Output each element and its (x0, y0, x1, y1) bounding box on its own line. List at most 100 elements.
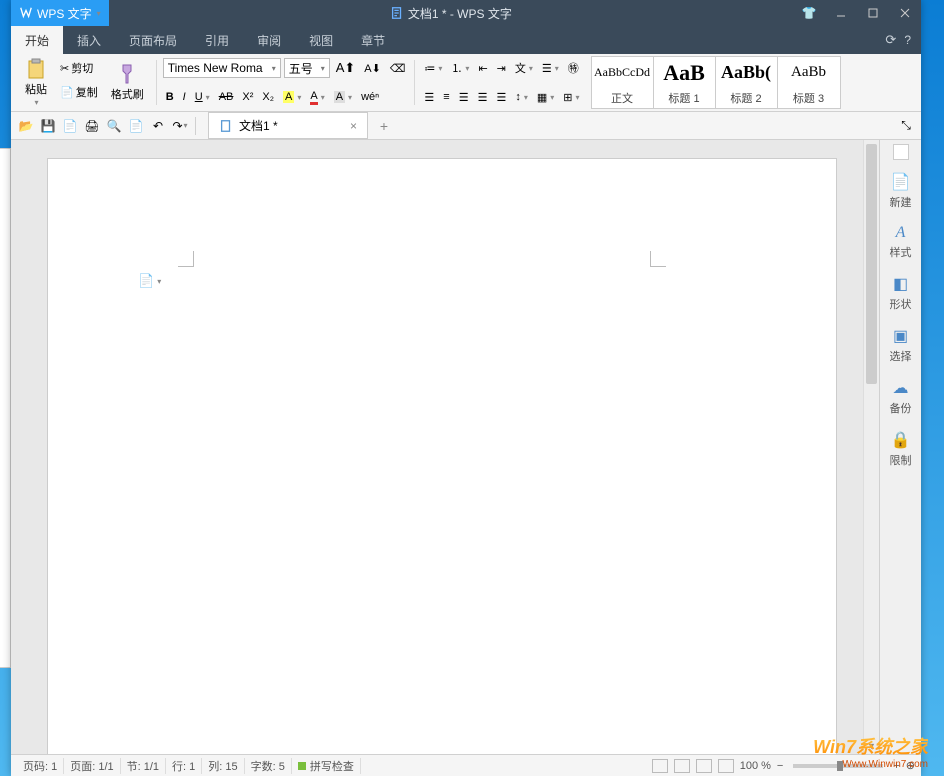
font-size-combo[interactable]: 五号▾ (284, 58, 330, 78)
zoom-slider[interactable] (793, 764, 883, 768)
style-heading2[interactable]: AaBb(标题 2 (716, 57, 778, 108)
side-select[interactable]: ▣选择 (880, 320, 921, 370)
side-style[interactable]: A样式 (880, 218, 921, 266)
app-name: WPS 文字 (37, 5, 92, 22)
status-page[interactable]: 页面: 1/1 (64, 758, 120, 774)
redo-button[interactable]: ↷▾ (171, 117, 189, 135)
undo-button[interactable]: ↶ (149, 117, 167, 135)
new-tab-button[interactable]: + (372, 118, 396, 134)
side-limit[interactable]: 🔒限制 (880, 424, 921, 474)
paragraph-group: ≔▾ ⒈▾ ⇤ ⇥ 文▾ ☰▾ ㊕ ☰ ≡ ☰ ☰ ☰ ↕▾ ▦▾ ⊞▾ (417, 56, 586, 109)
strike-button[interactable]: AB (216, 90, 237, 104)
superscript-button[interactable]: X² (239, 90, 256, 104)
align-right-button[interactable]: ☰ (456, 90, 472, 105)
style-heading1[interactable]: AaB标题 1 (654, 57, 716, 108)
vertical-scrollbar[interactable]: ▼ (863, 140, 879, 754)
fit-button[interactable]: ⊕ (906, 759, 915, 772)
bullets-button[interactable]: ≔▾ (421, 61, 445, 76)
open-button[interactable]: 📂 (17, 117, 35, 135)
side-new[interactable]: 📄新建 (880, 166, 921, 216)
caret-icon: ▾ (321, 64, 325, 73)
maximize-button[interactable] (857, 0, 889, 26)
app-badge[interactable]: WPS 文字 ▾ (11, 0, 109, 26)
phonetic-button[interactable]: wéⁿ (358, 90, 382, 104)
doc-icon (219, 119, 233, 133)
grow-font-button[interactable]: A⬆ (333, 59, 359, 77)
tab-close-button[interactable]: × (350, 119, 357, 133)
new-doc-button[interactable]: 📄 (127, 117, 145, 135)
borders-button[interactable]: ⊞▾ (560, 90, 582, 105)
document-tab[interactable]: 文档1 * × (208, 112, 368, 139)
pane-collapse-button[interactable] (893, 144, 909, 160)
view-outline-button[interactable] (674, 759, 690, 773)
decrease-indent-button[interactable]: ⇤ (475, 61, 490, 76)
menubar-right: ⟳ ? (885, 26, 921, 54)
cut-button[interactable]: ✂ 剪切 (57, 59, 96, 77)
minimize-button[interactable] (825, 0, 857, 26)
print-preview-button[interactable]: 🔍 (105, 117, 123, 135)
menu-view[interactable]: 视图 (295, 26, 347, 54)
status-section[interactable]: 节: 1/1 (121, 758, 166, 774)
shirt-icon-button[interactable]: 👕 (793, 0, 825, 26)
line-spacing-button[interactable]: ☰▾ (539, 61, 562, 76)
style-heading3[interactable]: AaBb标题 3 (778, 57, 840, 108)
zoom-in-button[interactable]: + (893, 760, 899, 772)
char-shading-button[interactable]: A▾ (331, 90, 355, 104)
menu-chapter[interactable]: 章节 (347, 26, 399, 54)
font-color-button[interactable]: A▾ (307, 89, 327, 106)
menu-page-layout[interactable]: 页面布局 (115, 26, 191, 54)
format-painter-button[interactable]: 格式刷 (105, 56, 150, 109)
status-words[interactable]: 字数: 5 (245, 758, 292, 774)
side-backup[interactable]: ☁备份 (880, 372, 921, 422)
shading-button[interactable]: ▦▾ (534, 90, 557, 105)
menu-insert[interactable]: 插入 (63, 26, 115, 54)
export-pdf-button[interactable]: 📄 (61, 117, 79, 135)
highlight-button[interactable]: A▾ (280, 90, 304, 104)
subscript-button[interactable]: X₂ (259, 90, 277, 104)
numbering-button[interactable]: ⒈▾ (448, 59, 472, 77)
cloud-sync-icon[interactable]: ⟳ (885, 32, 896, 48)
menu-start[interactable]: 开始 (11, 26, 63, 54)
page-options-button[interactable]: 📄▾ (138, 273, 161, 289)
underline-button[interactable]: U▾ (192, 90, 213, 104)
status-page-no[interactable]: 页码: 1 (17, 758, 64, 774)
clear-format-button[interactable]: ⌫ (387, 61, 409, 76)
side-shape[interactable]: ◧形状 (880, 268, 921, 318)
help-icon[interactable]: ? (904, 33, 911, 47)
font-group: Times New Roma▾ 五号▾ A⬆ A⬇ ⌫ B I U▾ AB X²… (159, 56, 413, 109)
menu-review[interactable]: 审阅 (243, 26, 295, 54)
italic-button[interactable]: I (180, 90, 189, 104)
status-spellcheck[interactable]: 拼写检查 (292, 758, 361, 774)
save-button[interactable]: 💾 (39, 117, 57, 135)
bold-button[interactable]: B (163, 90, 177, 104)
menu-reference[interactable]: 引用 (191, 26, 243, 54)
align-justify-button[interactable]: ☰ (475, 90, 491, 105)
status-col[interactable]: 列: 15 (202, 758, 244, 774)
document-viewport[interactable]: 📄▾ (11, 140, 863, 754)
font-name-combo[interactable]: Times New Roma▾ (163, 58, 281, 78)
status-line[interactable]: 行: 1 (166, 758, 202, 774)
zoom-out-button[interactable]: − (777, 760, 783, 772)
paste-button[interactable]: 粘贴▾ (19, 56, 53, 109)
style-normal[interactable]: AaBbCcDd正文 (592, 57, 654, 108)
page[interactable]: 📄▾ (47, 158, 837, 754)
shrink-font-button[interactable]: A⬇ (361, 61, 384, 76)
view-read-button[interactable] (718, 759, 734, 773)
text-direction-button[interactable]: 文▾ (512, 59, 536, 77)
align-center-button[interactable]: ≡ (440, 90, 452, 104)
view-print-button[interactable] (652, 759, 668, 773)
zoom-level[interactable]: 100 % (740, 760, 771, 772)
close-button[interactable] (889, 0, 921, 26)
copy-button[interactable]: 📄 复制 (57, 83, 101, 101)
paragraph-spacing-button[interactable]: ↕▾ (512, 90, 531, 104)
view-web-button[interactable] (696, 759, 712, 773)
enclose-button[interactable]: ㊕ (565, 59, 582, 77)
scroll-down-icon[interactable]: ▼ (864, 738, 879, 754)
zoom-thumb[interactable] (837, 761, 843, 771)
align-distributed-button[interactable]: ☰ (493, 90, 509, 105)
scroll-thumb[interactable] (866, 144, 877, 384)
print-button[interactable]: 🖨 (83, 117, 101, 135)
collapse-ribbon-button[interactable]: ⤡ (897, 117, 915, 135)
align-left-button[interactable]: ☰ (421, 90, 437, 105)
increase-indent-button[interactable]: ⇥ (494, 61, 509, 76)
